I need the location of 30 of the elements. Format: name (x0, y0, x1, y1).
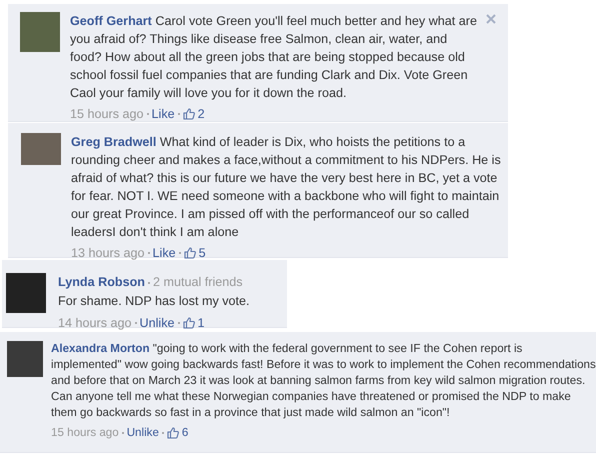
like-link[interactable]: Like (152, 105, 175, 124)
avatar-photo-placeholder (7, 341, 43, 377)
timestamp: 14 hours ago (58, 315, 132, 332)
timestamp: 15 hours ago (51, 425, 119, 441)
like-link[interactable]: Like (152, 244, 176, 263)
like-count[interactable]: 6 (182, 424, 188, 442)
thumbs-up-icon (182, 317, 195, 330)
comment-text: Lynda Robson 2 mutual friends For shame. NDP has lost my vote. (58, 274, 251, 310)
like-count[interactable]: 2 (198, 105, 205, 124)
author-link[interactable]: Alexandra Morton (51, 342, 150, 355)
like-count[interactable]: 1 (198, 314, 205, 333)
mutual-friends-text: 2 mutual friends (153, 275, 243, 289)
like-link[interactable]: Unlike (140, 314, 175, 333)
timestamp: 15 hours ago (70, 106, 144, 123)
like-count[interactable]: 5 (198, 244, 206, 263)
thumbs-up-icon (166, 426, 179, 439)
avatar-photo-placeholder (20, 12, 60, 52)
author-link[interactable]: Lynda Robson (58, 275, 145, 289)
timestamp: 13 hours ago (71, 245, 145, 262)
close-icon[interactable] (486, 14, 496, 24)
like-link[interactable]: Unlike (126, 424, 159, 442)
avatar-photo-placeholder (6, 273, 46, 313)
comment-text: Geoff Gerhart Carol vote Green you'll feel much better and hey what are you afraid of? Things like disease free Salmon, clean air, water, and food? How about all the green jobs that are being stopped because old school fossil fuel companies that are funding Clark and Dix. Vote Green Caol your family will love you for it down the road. (70, 13, 478, 102)
comment-text: Greg Bradwell What kind of leader is Dix, who hoists the petitions to a rounding cheer and makes a face,without a commitment to his NDPers. He is afraid of what? this is our future we have the very best here in BC, yet a vote for fear. NOT I. WE need someone with a backbone who will fight to maintain our great Province. I am pissed off with the performanceof our so called leadersI don't think I am alone (71, 134, 502, 241)
avatar-photo-placeholder (21, 133, 61, 165)
author-link[interactable]: Geoff Gerhart (70, 14, 152, 28)
comment-text: Alexandra Morton "going to work with the federal government to see IF the Cohen report is implemented" wow going backwards fast! Before it was to work to implement the Cohen recommendations and before that on March 23 it was look at banning salmon farms from key wild salmon migration routes. Can anyone tell me what these Norwegian companies have threatened or promised the NDP to make them go backwards so fast in a province that just made wild salmon an "icon"! (51, 341, 596, 421)
author-link[interactable]: Greg Bradwell (71, 135, 156, 149)
thumbs-up-icon (184, 247, 196, 260)
thumbs-up-icon (182, 108, 195, 120)
